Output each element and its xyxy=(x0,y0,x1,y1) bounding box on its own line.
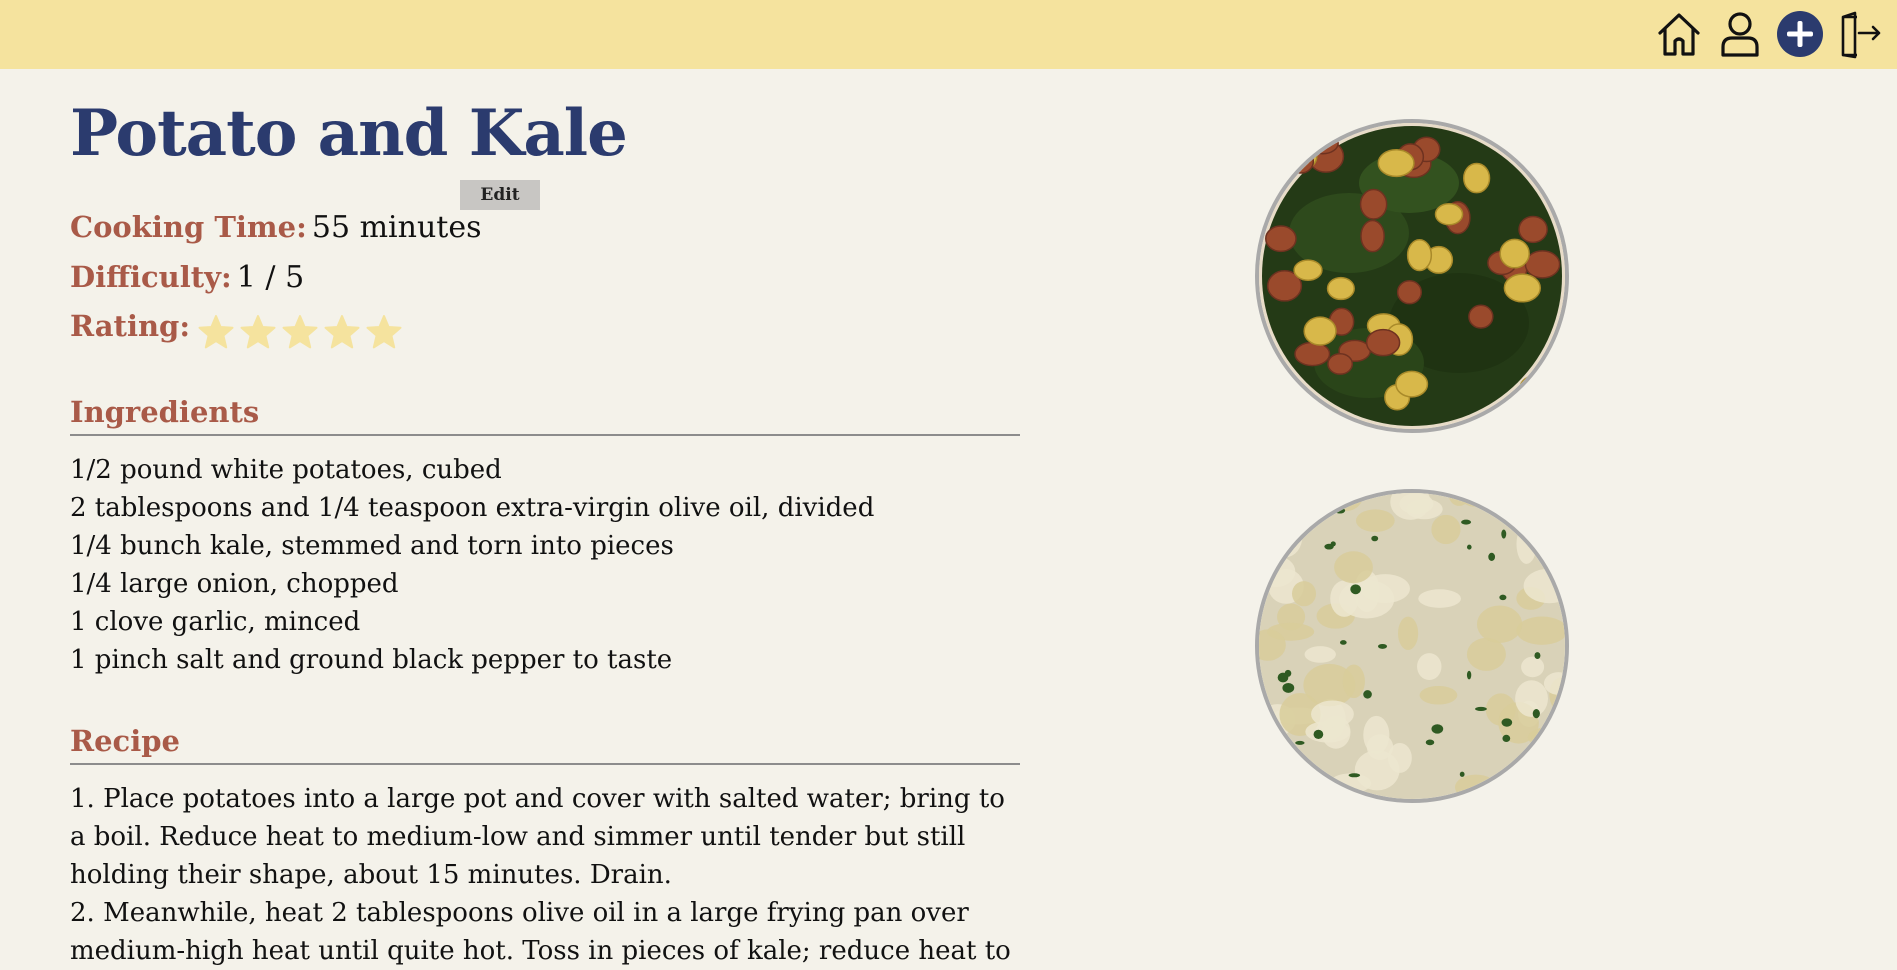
ingredient-item: 1 clove garlic, minced xyxy=(70,607,361,637)
ingredient-item: 2 tablespoons and 1/4 teaspoon extra-vir… xyxy=(70,493,875,523)
top-navigation-bar xyxy=(0,0,1897,69)
ingredient-item: 1 pinch salt and ground black pepper to … xyxy=(70,645,673,675)
rating-label: Rating: xyxy=(70,309,191,343)
user-icon[interactable] xyxy=(1715,9,1765,59)
edit-button[interactable]: Edit xyxy=(460,180,540,210)
ingredient-item: 1/2 pound white potatoes, cubed xyxy=(70,455,502,485)
difficulty-label: Difficulty: xyxy=(70,260,232,294)
star-icon[interactable] xyxy=(323,314,361,350)
potato-kale-photo xyxy=(1255,119,1569,433)
cooking-time-value: 55 minutes xyxy=(311,210,482,245)
add-icon[interactable] xyxy=(1775,9,1825,59)
recipe-steps: 1. Place potatoes into a large pot and c… xyxy=(70,780,1020,970)
potato-salad-photo xyxy=(1255,489,1569,803)
difficulty-value: 1 / 5 xyxy=(236,260,305,295)
ingredient-item: 1/4 bunch kale, stemmed and torn into pi… xyxy=(70,531,674,561)
recipe-title: Potato and Kale xyxy=(70,96,628,171)
star-icon[interactable] xyxy=(239,314,277,350)
difficulty-row: Difficulty: 1 / 5 xyxy=(70,257,304,302)
recipe-step: 1. Place potatoes into a large pot and c… xyxy=(70,784,1005,890)
cooking-time-row: Cooking Time: 55 minutes xyxy=(70,207,481,252)
star-icon[interactable] xyxy=(197,314,235,350)
cooking-time-label: Cooking Time: xyxy=(70,210,307,244)
star-icon[interactable] xyxy=(365,314,403,350)
rating-stars xyxy=(197,312,407,352)
star-icon[interactable] xyxy=(281,314,319,350)
recipe-detail: Potato and Kale Edit Cooking Time: 55 mi… xyxy=(70,92,1020,966)
rating-row: Rating: xyxy=(70,306,407,352)
logout-icon[interactable] xyxy=(1835,9,1885,59)
ingredient-item: 1/4 large onion, chopped xyxy=(70,569,399,599)
home-icon[interactable] xyxy=(1654,9,1704,59)
ingredients-list: 1/2 pound white potatoes, cubed 2 tablesp… xyxy=(70,451,874,679)
ingredients-heading: Ingredients xyxy=(70,392,1020,436)
recipe-heading: Recipe xyxy=(70,721,1020,765)
recipe-step: 2. Meanwhile, heat 2 tablespoons olive o… xyxy=(70,898,1011,966)
